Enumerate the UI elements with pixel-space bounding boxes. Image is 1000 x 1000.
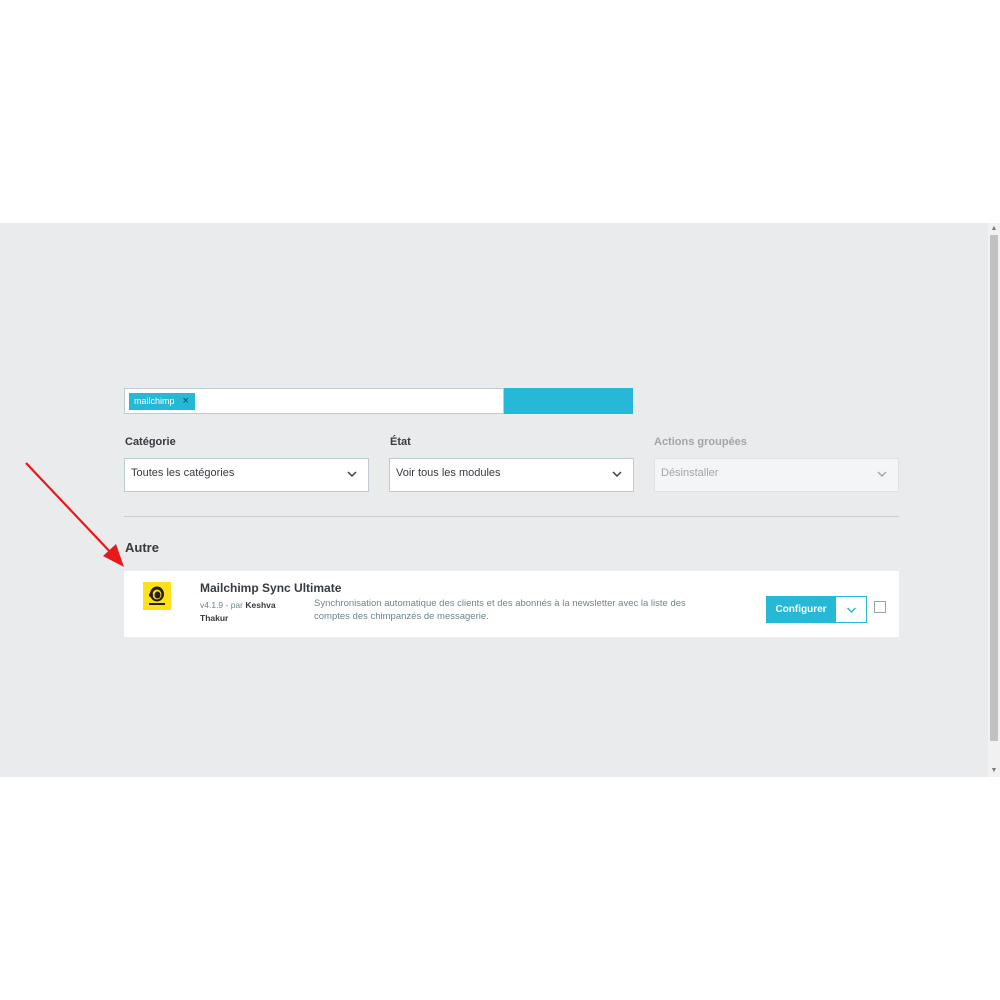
scrollbar-thumb[interactable] xyxy=(990,235,998,741)
chevron-down-icon xyxy=(612,471,622,477)
module-version-author: v4.1.9 - par Keshva Thakur xyxy=(200,599,290,625)
chevron-down-icon xyxy=(877,471,887,477)
configure-button[interactable]: Configurer xyxy=(766,596,836,623)
module-version: v4.1.9 - par xyxy=(200,600,246,610)
mailchimp-logo-icon xyxy=(143,582,171,610)
module-name: Mailchimp Sync Ultimate xyxy=(200,581,342,595)
configure-dropdown-toggle[interactable] xyxy=(835,596,867,623)
category-filter-label: Catégorie xyxy=(125,436,176,448)
section-title: Autre xyxy=(125,540,159,555)
state-select[interactable]: Voir tous les modules xyxy=(389,458,634,492)
scrollbar[interactable]: ▲ ▼ xyxy=(988,223,1000,777)
category-select-value: Toutes les catégories xyxy=(131,467,235,479)
category-select[interactable]: Toutes les catégories xyxy=(124,458,369,492)
module-row: Mailchimp Sync Ultimate v4.1.9 - par Kes… xyxy=(124,571,899,637)
bulk-actions-select-value: Désinstaller xyxy=(661,467,719,479)
search-button[interactable] xyxy=(504,388,633,414)
close-icon[interactable]: × xyxy=(183,393,189,410)
page: mailchimp × Catégorie État Actions group… xyxy=(0,0,1000,1000)
bulk-actions-label: Actions groupées xyxy=(654,436,747,448)
search-tag-label: mailchimp xyxy=(134,396,175,406)
search-tag: mailchimp × xyxy=(129,393,195,410)
divider xyxy=(124,516,899,517)
chevron-down-icon xyxy=(846,607,857,614)
chevron-down-icon xyxy=(347,471,357,477)
state-select-value: Voir tous les modules xyxy=(396,467,501,479)
state-filter-label: État xyxy=(390,436,411,448)
module-description: Synchronisation automatique des clients … xyxy=(314,598,686,622)
bulk-actions-select: Désinstaller xyxy=(654,458,899,492)
scroll-down-icon[interactable]: ▼ xyxy=(988,765,1000,777)
search-input[interactable]: mailchimp × xyxy=(124,388,504,414)
scroll-up-icon[interactable]: ▲ xyxy=(988,223,1000,235)
module-manager-panel: mailchimp × Catégorie État Actions group… xyxy=(0,223,1000,777)
module-select-checkbox[interactable] xyxy=(874,601,886,613)
